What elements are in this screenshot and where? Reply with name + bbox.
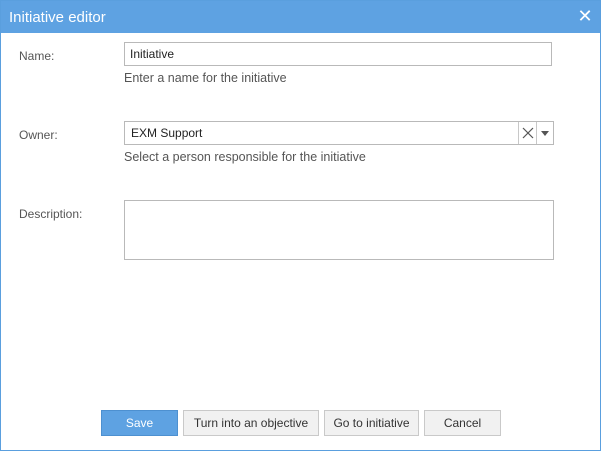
close-icon[interactable]: ✕ bbox=[576, 6, 594, 26]
owner-combobox[interactable]: EXM Support bbox=[124, 121, 554, 145]
chevron-down-icon[interactable] bbox=[536, 122, 553, 144]
owner-value: EXM Support bbox=[131, 126, 203, 140]
chevron-down-glyph bbox=[541, 131, 549, 136]
go-to-initiative-button[interactable]: Go to initiative bbox=[324, 410, 419, 436]
name-label: Name: bbox=[19, 49, 55, 63]
save-button[interactable]: Save bbox=[101, 410, 178, 436]
turn-into-objective-button[interactable]: Turn into an objective bbox=[183, 410, 319, 436]
clear-icon[interactable] bbox=[518, 122, 537, 144]
dialog-title: Initiative editor bbox=[9, 9, 106, 26]
cancel-button[interactable]: Cancel bbox=[424, 410, 501, 436]
owner-hint: Select a person responsible for the init… bbox=[124, 150, 366, 164]
description-textarea[interactable] bbox=[124, 200, 554, 260]
name-input[interactable] bbox=[124, 42, 552, 66]
name-hint: Enter a name for the initiative bbox=[124, 71, 287, 85]
dialog-titlebar: Initiative editor ✕ bbox=[1, 1, 600, 33]
owner-label: Owner: bbox=[19, 128, 58, 142]
description-label: Description: bbox=[19, 207, 83, 221]
clear-icon-glyph bbox=[522, 127, 534, 139]
initiative-editor-dialog: Initiative editor ✕ Name: Enter a name f… bbox=[0, 0, 601, 451]
